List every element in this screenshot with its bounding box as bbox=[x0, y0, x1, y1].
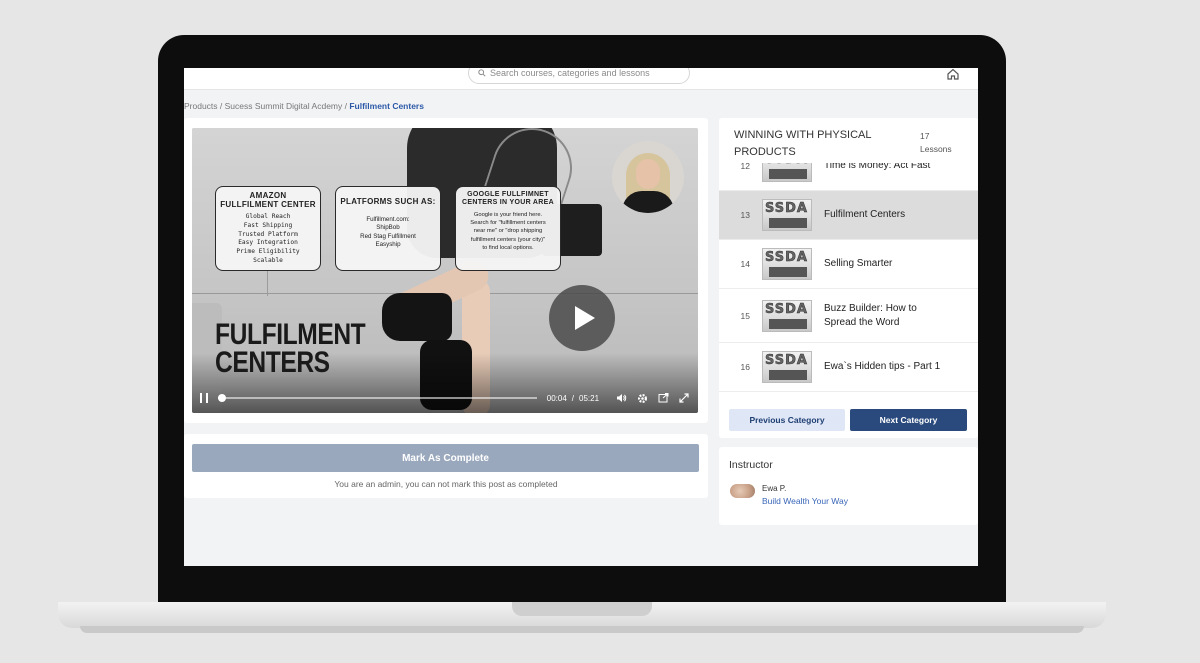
lesson-count: 17 Lessons bbox=[920, 130, 960, 156]
play-icon[interactable] bbox=[549, 285, 615, 351]
next-category-button[interactable]: Next Category bbox=[850, 409, 967, 431]
video-controls: 00:04 / 05:21 bbox=[192, 387, 698, 409]
lesson-item[interactable]: 16 SSDA Ewa`s Hidden tips - Part 1 bbox=[719, 343, 978, 392]
duration: 05:21 bbox=[579, 393, 600, 403]
video-card: AMAZON FULLFILMENT CENTER Global Reach F… bbox=[184, 118, 708, 423]
video-scene-boot bbox=[382, 293, 452, 341]
progress-bar[interactable] bbox=[217, 394, 537, 402]
thumb-text: SSDA bbox=[765, 301, 808, 317]
current-time: 00:04 bbox=[546, 393, 567, 403]
presenter-avatar bbox=[612, 141, 684, 213]
home-icon[interactable] bbox=[946, 68, 960, 80]
lesson-thumbnail: SSDA bbox=[762, 351, 812, 383]
video-player[interactable]: AMAZON FULLFILMENT CENTER Global Reach F… bbox=[192, 128, 698, 413]
screen: Products / Sucess Summit Digital Acdemy … bbox=[184, 68, 978, 566]
fullscreen-icon[interactable] bbox=[678, 392, 690, 404]
lesson-name: Ewa`s Hidden tips - Part 1 bbox=[824, 361, 941, 372]
thumb-text: SSDA bbox=[765, 201, 808, 217]
info-box-title: GOOGLE FULLFIMNET CENTERS IN YOUR AREA bbox=[462, 191, 554, 206]
lesson-count-label: Lessons bbox=[920, 144, 952, 154]
avatar[interactable] bbox=[730, 484, 755, 498]
lesson-number: 14 bbox=[740, 259, 750, 269]
breadcrumb-trail[interactable]: Products / Sucess Summit Digital Acdemy … bbox=[184, 101, 349, 111]
lessons-list: 12 SSDA Time is Money: Act Fast 13 SSDA … bbox=[719, 142, 978, 392]
course-title: WINNING WITH PHYSICAL PRODUCTS bbox=[734, 129, 872, 158]
lesson-thumbnail: SSDA bbox=[762, 299, 812, 332]
info-box-text: Google is your friend here. Search for "… bbox=[470, 212, 546, 251]
search-box[interactable] bbox=[468, 68, 690, 84]
progress-knob[interactable] bbox=[217, 394, 226, 402]
pause-icon[interactable] bbox=[200, 393, 208, 403]
video-overlay-title: FULFILMENT CENTERS bbox=[215, 318, 366, 379]
lesson-number: 15 bbox=[740, 310, 750, 321]
lesson-name: Buzz Builder: How to Spread the Word bbox=[824, 302, 917, 328]
info-box-text: Global Reach Fast Shipping Trusted Platf… bbox=[236, 213, 300, 264]
video-info-box-platforms: PLATFORMS SUCH AS: Fulfillment.com: Ship… bbox=[335, 186, 441, 271]
instructor-link[interactable]: Build Wealth Your Way bbox=[762, 496, 848, 506]
volume-icon[interactable] bbox=[616, 392, 628, 404]
lesson-name: Selling Smarter bbox=[824, 258, 893, 269]
instructor-name: Ewa P. bbox=[762, 484, 787, 493]
search-input[interactable] bbox=[486, 68, 676, 78]
avatar-body bbox=[622, 191, 674, 213]
lesson-thumbnail: SSDA bbox=[762, 199, 812, 231]
laptop-shadow bbox=[80, 626, 1084, 633]
lesson-number: 13 bbox=[740, 210, 750, 220]
thumb-text: SSDA bbox=[765, 250, 808, 266]
admin-note: You are an admin, you can not mark this … bbox=[334, 479, 558, 489]
lesson-item[interactable]: 15 SSDA Buzz Builder: How to Spread the … bbox=[719, 289, 978, 343]
previous-category-button[interactable]: Previous Category bbox=[729, 409, 845, 431]
thumb-text: SSDA bbox=[765, 353, 808, 369]
lesson-count-number: 17 bbox=[920, 131, 930, 141]
info-box-text: Fulfillment.com: ShipBob Red Stag Fulfil… bbox=[360, 216, 416, 249]
search-icon bbox=[478, 69, 486, 77]
lesson-item-active[interactable]: 13 SSDA Fulfilment Centers bbox=[719, 191, 978, 240]
mark-complete-card: Mark As Complete You are an admin, you c… bbox=[184, 434, 708, 498]
video-info-box-amazon: AMAZON FULLFILMENT CENTER Global Reach F… bbox=[215, 186, 321, 271]
top-bar bbox=[184, 68, 978, 90]
lesson-thumbnail: SSDA bbox=[762, 248, 812, 280]
mark-complete-button[interactable]: Mark As Complete bbox=[192, 444, 699, 472]
lessons-panel: 12 SSDA Time is Money: Act Fast 13 SSDA … bbox=[719, 118, 978, 438]
breadcrumb: Products / Sucess Summit Digital Acdemy … bbox=[184, 101, 424, 111]
time-separator: / bbox=[571, 393, 575, 403]
avatar-face bbox=[636, 159, 660, 189]
time-display: 00:04 / 05:21 bbox=[547, 394, 599, 403]
category-nav: Previous Category Next Category bbox=[719, 398, 978, 438]
lesson-number: 16 bbox=[740, 362, 750, 372]
info-box-title: AMAZON FULLFILMENT CENTER bbox=[220, 191, 316, 209]
pip-icon[interactable] bbox=[658, 392, 670, 404]
breadcrumb-current: Fulfilment Centers bbox=[349, 101, 424, 111]
info-box-title: PLATFORMS SUCH AS: bbox=[340, 197, 436, 206]
instructor-heading: Instructor bbox=[729, 459, 773, 471]
settings-icon[interactable] bbox=[637, 392, 649, 404]
panel-header: WINNING WITH PHYSICAL PRODUCTS 17 Lesson… bbox=[719, 118, 978, 163]
lesson-item[interactable]: 14 SSDA Selling Smarter bbox=[719, 240, 978, 289]
laptop-notch bbox=[512, 602, 652, 616]
lesson-name: Fulfilment Centers bbox=[824, 209, 906, 220]
instructor-card: Instructor Ewa P. Build Wealth Your Way bbox=[719, 447, 978, 525]
video-info-box-google: GOOGLE FULLFIMNET CENTERS IN YOUR AREA G… bbox=[455, 186, 561, 271]
